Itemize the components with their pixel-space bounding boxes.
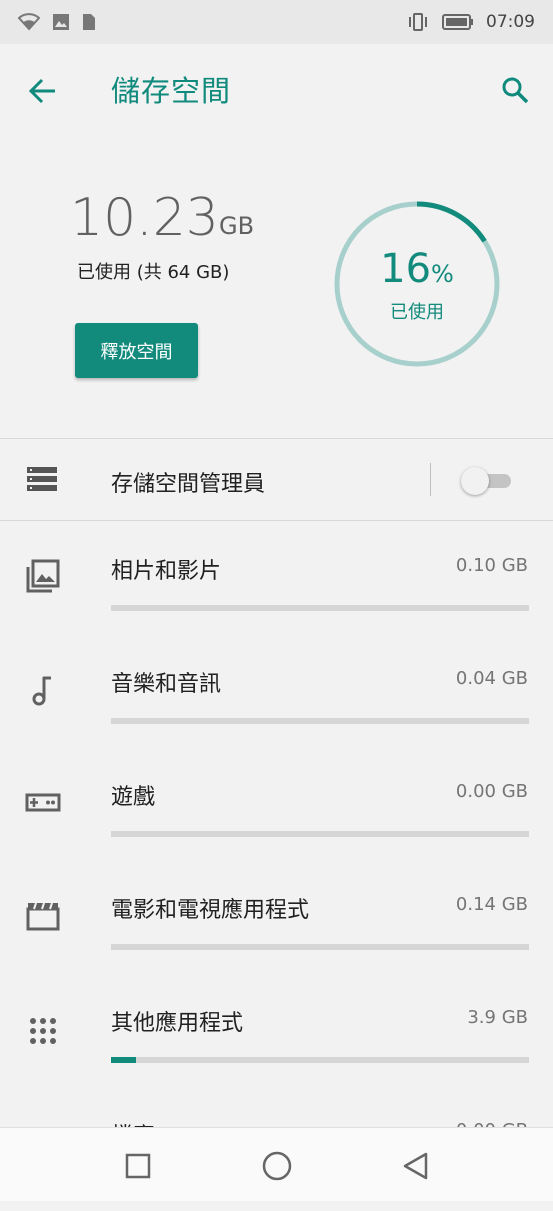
category-size: 0.14 GB [455, 894, 528, 915]
category-label: 遊戲 [111, 785, 156, 810]
category-row[interactable]: 電影和電視應用程式 0.14 GB [0, 872, 553, 985]
separator [430, 463, 431, 496]
search-icon [502, 77, 529, 104]
storage-list-icon [27, 467, 57, 491]
sim-icon [83, 14, 95, 30]
app-bar: 儲存空間 [0, 44, 553, 136]
music-note-icon [32, 676, 51, 706]
category-row[interactable]: 其他應用程式 3.9 GB [0, 985, 553, 1098]
square-icon [125, 1153, 151, 1179]
category-size: 0.00 GB [455, 781, 528, 802]
vibrate-icon [409, 13, 427, 31]
category-label: 相片和影片 [111, 559, 222, 584]
status-icons-left [18, 13, 96, 31]
search-button[interactable] [494, 70, 536, 112]
used-value: 10.23 [70, 188, 219, 248]
storage-summary: 10.23 GB 已使用 (共 64 GB) 釋放空間 16% 已使用 [0, 136, 553, 438]
triangle-back-icon [403, 1152, 428, 1180]
back-button[interactable] [22, 70, 64, 112]
circle-icon [262, 1151, 292, 1181]
status-time: 07:09 [486, 12, 535, 32]
category-row[interactable]: 相片和影片 0.10 GB [0, 533, 553, 646]
divider [0, 520, 553, 521]
photo-library-icon [26, 559, 60, 593]
category-bar-fill [111, 1057, 137, 1063]
toggle-thumb [461, 467, 489, 495]
category-label: 音樂和音訊 [111, 672, 222, 697]
status-icons-right: 07:09 [406, 12, 535, 32]
storage-manager-row[interactable]: 存儲空間管理員 [0, 439, 553, 521]
category-size: 0.04 GB [455, 668, 528, 689]
used-total: 已使用 (共 64 GB) [77, 262, 230, 283]
navigation-bar [0, 1127, 553, 1201]
home-button[interactable] [257, 1146, 297, 1186]
usage-percent: 16% [333, 246, 501, 292]
category-label: 其他應用程式 [111, 1011, 244, 1036]
category-bar [111, 718, 529, 724]
status-bar: 07:09 [0, 0, 553, 44]
category-bar [111, 1057, 529, 1063]
category-label: 電影和電視應用程式 [111, 898, 310, 923]
storage-manager-toggle[interactable] [461, 467, 513, 495]
category-row[interactable]: 遊戲 0.00 GB [0, 759, 553, 872]
wifi-icon [18, 13, 40, 31]
apps-grid-icon [30, 1018, 56, 1044]
battery-icon [442, 14, 473, 30]
back-nav-button[interactable] [396, 1146, 436, 1186]
page-title: 儲存空間 [111, 74, 232, 108]
used-unit: GB [219, 212, 255, 240]
usage-percent-symbol: % [431, 260, 454, 288]
category-size: 0.10 GB [455, 555, 528, 576]
usage-percent-value: 16 [380, 246, 432, 292]
gamepad-icon [25, 793, 61, 812]
storage-manager-label: 存儲空間管理員 [111, 472, 266, 497]
movie-icon [26, 902, 60, 931]
category-row[interactable]: 音樂和音訊 0.04 GB [0, 646, 553, 759]
category-size: 3.9 GB [467, 1007, 528, 1028]
category-bar [111, 944, 529, 950]
category-bar [111, 831, 529, 837]
free-up-space-button[interactable]: 釋放空間 [75, 323, 198, 378]
arrow-back-icon [28, 78, 55, 104]
image-icon [53, 14, 69, 30]
usage-percent-label: 已使用 [390, 302, 444, 323]
category-bar [111, 605, 529, 611]
recents-button[interactable] [118, 1146, 158, 1186]
